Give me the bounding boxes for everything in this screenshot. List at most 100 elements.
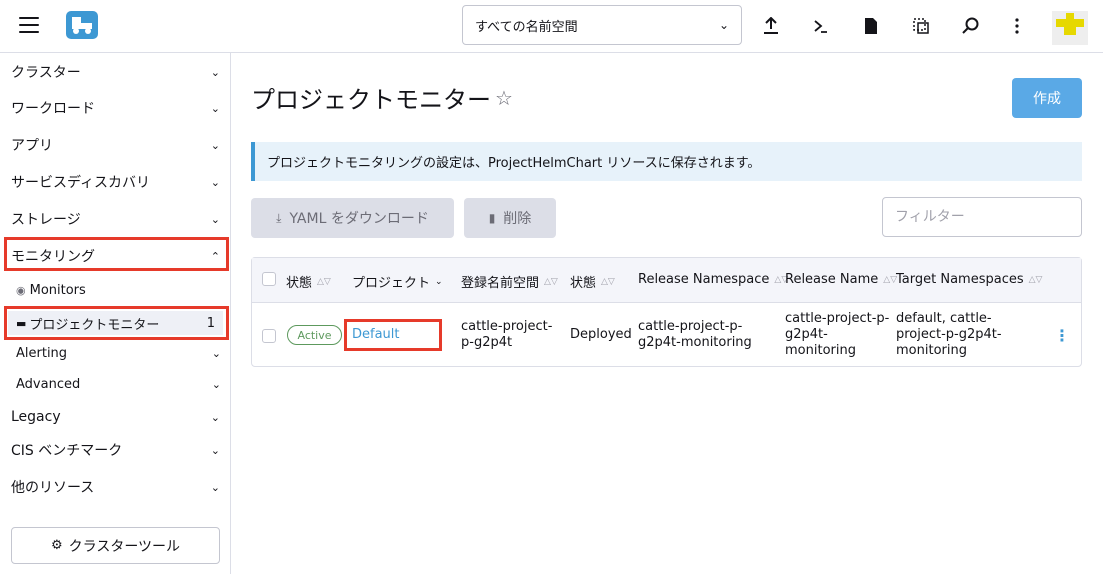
search-icon[interactable] (959, 14, 983, 38)
folder-icon: ▬ (16, 316, 27, 330)
chevron-down-icon: ⌄ (211, 378, 221, 391)
column-header-project[interactable]: プロジェクト ⌄ (352, 272, 443, 291)
sidebar-item-label: ストレージ (11, 212, 81, 228)
sidebar-sub-label: プロジェクトモニター (29, 317, 160, 333)
gear-icon: ◉ (16, 284, 26, 297)
chevron-down-icon: ⌄ (211, 347, 221, 360)
cell-line: default, cattle- (896, 311, 992, 326)
create-button[interactable]: 作成 (1012, 78, 1082, 118)
status-badge: Active (287, 325, 342, 345)
sidebar-item-label: Legacy (11, 409, 61, 425)
column-header-release-namespace[interactable]: Release Namespace △▽ (638, 272, 788, 287)
row-checkbox[interactable] (262, 329, 276, 343)
chevron-down-icon: ⌄ (210, 175, 220, 189)
project-monitors-table: 状態 △▽ プロジェクト ⌄ 登録名前空間 △▽ 状態 △▽ Release Names… (251, 257, 1082, 367)
sidebar-sub-label: Monitors (29, 283, 86, 298)
sidebar-sub-project-monitors[interactable]: ▬ プロジェクトモニター 1 (8, 311, 223, 335)
column-header-status[interactable]: 状態 △▽ (286, 272, 331, 291)
sidebar: クラスター ⌄ ワークロード ⌄ アプリ ⌄ サービスディスカバリ ⌄ ストレー… (0, 53, 231, 574)
column-header-label: プロジェクト (352, 276, 431, 291)
sort-icon: △▽ (317, 276, 331, 287)
column-header-state[interactable]: 状態 △▽ (570, 272, 615, 291)
chevron-down-icon: ⌄ (210, 138, 220, 152)
cell-line: monitoring (785, 343, 856, 358)
column-header-label: 登録名前空間 (461, 276, 540, 291)
delete-button[interactable]: ▮ 削除 (464, 198, 556, 238)
chevron-down-icon: ⌄ (210, 410, 220, 424)
column-header-target-namespaces[interactable]: Target Namespaces △▽ (896, 272, 1042, 287)
column-header-label: Target Namespaces (896, 272, 1024, 287)
sidebar-item-label: サービスディスカバリ (11, 175, 151, 191)
sidebar-item-service-discovery[interactable]: サービスディスカバリ ⌄ (0, 171, 231, 193)
sidebar-sub-alerting[interactable]: Alerting ⌄ (16, 346, 221, 361)
sidebar-item-workload[interactable]: ワークロード ⌄ (0, 97, 231, 119)
cell-line: g2p4t- (785, 327, 828, 342)
download-yaml-button[interactable]: ⤓ YAML をダウンロード (251, 198, 454, 238)
chevron-down-icon: ⌄ (210, 65, 220, 79)
sidebar-sub-monitors[interactable]: ◉ Monitors (16, 283, 86, 298)
column-header-registered-namespace[interactable]: 登録名前空間 △▽ (461, 272, 558, 291)
more-vertical-icon[interactable] (1005, 14, 1029, 38)
menu-icon[interactable] (19, 17, 39, 33)
chevron-down-icon: ⌄ (210, 443, 220, 457)
sidebar-item-cis-benchmark[interactable]: CIS ベンチマーク ⌄ (0, 439, 231, 461)
namespace-select[interactable]: すべての名前空間 ⌄ (462, 5, 742, 45)
row-actions-icon[interactable]: ⋮ (1054, 326, 1070, 345)
column-header-label: Release Namespace (638, 272, 770, 287)
cell-line: project-p-g2p4t- (896, 327, 1002, 342)
chevron-down-icon: ⌄ (210, 480, 220, 494)
sidebar-item-legacy[interactable]: Legacy ⌄ (0, 406, 231, 428)
sidebar-sub-label-wrap: ▬ プロジェクトモニター (16, 314, 159, 333)
page-title: プロジェクトモニター (251, 86, 491, 114)
info-banner-text: プロジェクトモニタリングの設定は、ProjectHelmChart リソースに保… (267, 156, 761, 171)
download-yaml-label: YAML をダウンロード (289, 211, 429, 227)
release-name-cell: cattle-project-p- g2p4t- monitoring (785, 311, 889, 359)
cluster-logo-icon[interactable] (66, 11, 98, 39)
sidebar-sub-advanced[interactable]: Advanced ⌄ (16, 377, 221, 392)
cluster-tools-button[interactable]: ⚙ クラスターツール (11, 527, 220, 564)
cell-line: monitoring (896, 343, 967, 358)
copy-icon[interactable] (909, 14, 933, 38)
trash-icon: ▮ (488, 211, 496, 225)
sidebar-item-cluster[interactable]: クラスター ⌄ (0, 61, 231, 83)
cell-line: cattle-project-p- (638, 319, 743, 334)
select-all-checkbox[interactable] (262, 272, 276, 286)
column-header-label: 状態 (570, 276, 597, 291)
delete-label: 削除 (503, 211, 532, 227)
column-header-label: 状態 (286, 276, 313, 291)
sidebar-item-storage[interactable]: ストレージ ⌄ (0, 208, 231, 230)
sidebar-item-label: クラスター (11, 65, 81, 81)
sidebar-item-other-resources[interactable]: 他のリソース ⌄ (0, 476, 231, 498)
sidebar-item-label: CIS ベンチマーク (11, 443, 123, 459)
release-namespace-cell: cattle-project-p- g2p4t-monitoring (638, 319, 752, 351)
filter-input[interactable] (882, 197, 1082, 237)
sidebar-item-label: 他のリソース (11, 480, 95, 496)
column-header-release-name[interactable]: Release Name △▽ (785, 272, 897, 287)
cell-line: g2p4t-monitoring (638, 335, 752, 350)
sort-down-icon: ⌄ (435, 276, 443, 287)
file-icon[interactable] (859, 14, 883, 38)
sidebar-item-monitoring[interactable]: モニタリング ⌃ (0, 245, 231, 267)
count-badge: 1 (206, 315, 215, 331)
terminal-icon[interactable] (809, 14, 833, 38)
namespace-select-value: すべての名前空間 (475, 19, 578, 35)
chevron-down-icon: ⌄ (210, 101, 220, 115)
sidebar-item-label: モニタリング (11, 249, 95, 265)
user-avatar[interactable] (1052, 11, 1088, 45)
star-icon[interactable]: ☆ (495, 86, 513, 110)
table-header: 状態 △▽ プロジェクト ⌄ 登録名前空間 △▽ 状態 △▽ Release Names… (252, 258, 1081, 303)
sort-icon: △▽ (544, 276, 558, 287)
chevron-down-icon: ⌄ (718, 18, 729, 32)
sidebar-sub-label: Alerting (16, 346, 68, 361)
top-header: すべての名前空間 ⌄ (0, 0, 1103, 53)
sidebar-item-apps[interactable]: アプリ ⌄ (0, 134, 231, 156)
sidebar-item-label: ワークロード (11, 101, 95, 117)
column-header-label: Release Name (785, 272, 879, 287)
project-link[interactable]: Default (352, 327, 400, 343)
sort-icon: △▽ (601, 276, 615, 287)
chevron-down-icon: ⌄ (210, 212, 220, 226)
sidebar-item-label: アプリ (11, 138, 53, 154)
upload-icon[interactable] (759, 14, 783, 38)
cell-line: cattle-project- (461, 319, 553, 334)
registered-namespace-cell: cattle-project- p-g2p4t (461, 319, 552, 351)
